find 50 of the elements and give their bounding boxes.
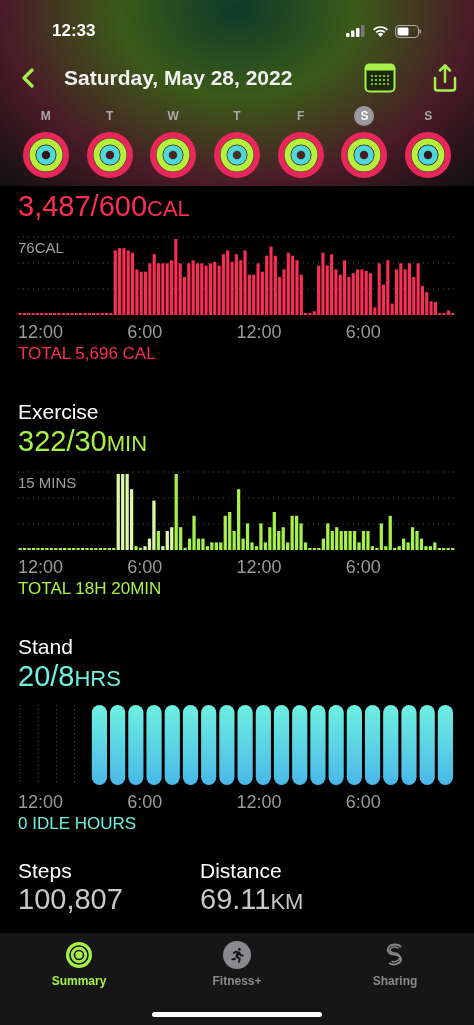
time-axis-label: 12:00 bbox=[236, 321, 283, 343]
time-axis-label: 6:00 bbox=[345, 321, 382, 343]
goal-value: 3,487/600CAL bbox=[18, 190, 191, 224]
goal-value: 322/30MIN bbox=[18, 425, 149, 459]
signal-icon bbox=[346, 25, 366, 37]
activity-rings-icon bbox=[214, 132, 260, 178]
weekday-label[interactable]: F bbox=[290, 106, 311, 126]
total-label: 0 IDLE HOURS bbox=[18, 813, 138, 835]
time-axis-label: 6:00 bbox=[345, 556, 382, 578]
section-title: Exercise bbox=[18, 399, 100, 425]
weekday-label[interactable]: M bbox=[35, 106, 56, 126]
time-axis-label: 12:00 bbox=[236, 556, 283, 578]
total-label: TOTAL 18H 20MIN bbox=[18, 578, 163, 600]
time-axis-label: 6:00 bbox=[127, 321, 164, 343]
goal-value: 20/8HRS bbox=[18, 660, 122, 694]
wifi-icon bbox=[372, 25, 389, 37]
time-axis-label: 6:00 bbox=[345, 791, 382, 813]
stat-value: 69.11KM bbox=[200, 883, 305, 917]
activity-rings-icon bbox=[405, 132, 452, 178]
time-axis-label: 12:00 bbox=[236, 791, 283, 813]
time-axis-label: 12:00 bbox=[18, 791, 65, 813]
stat-label: Steps bbox=[18, 859, 73, 883]
section-title: Stand bbox=[18, 634, 74, 660]
stat-value: 100,807 bbox=[18, 883, 124, 915]
weekday-label[interactable]: T bbox=[227, 106, 247, 126]
rings-icon bbox=[65, 941, 93, 969]
calendar-icon bbox=[364, 63, 396, 93]
battery-icon bbox=[395, 24, 422, 38]
activity-rings-icon bbox=[341, 132, 388, 178]
time-axis-label: 6:00 bbox=[127, 556, 164, 578]
activity-rings-icon bbox=[277, 132, 324, 178]
weekday-label[interactable]: S bbox=[354, 106, 375, 126]
weekday-label[interactable]: S bbox=[418, 106, 439, 126]
time-axis-label: 6:00 bbox=[127, 791, 164, 813]
weekday-label[interactable]: T bbox=[99, 106, 120, 126]
time-axis-label: 12:00 bbox=[18, 321, 65, 343]
calendar-button[interactable] bbox=[364, 63, 396, 93]
tab[interactable]: Summary bbox=[0, 941, 158, 990]
activity-rings-icon bbox=[22, 132, 69, 178]
total-label: TOTAL 5,696 CAL bbox=[18, 343, 157, 365]
weekday-label[interactable]: W bbox=[163, 106, 184, 126]
date-title: Saturday, May 28, 2022 bbox=[64, 65, 293, 92]
tab[interactable]: Sharing bbox=[316, 941, 474, 990]
running-figure-icon bbox=[229, 947, 245, 963]
stat-label: Distance bbox=[200, 859, 283, 883]
time-axis-label: 12:00 bbox=[18, 556, 65, 578]
tab[interactable]: Fitness+ bbox=[158, 941, 316, 990]
activity-rings-icon bbox=[150, 132, 197, 178]
status-time: 12:33 bbox=[52, 20, 96, 43]
activity-rings-icon bbox=[86, 132, 133, 178]
